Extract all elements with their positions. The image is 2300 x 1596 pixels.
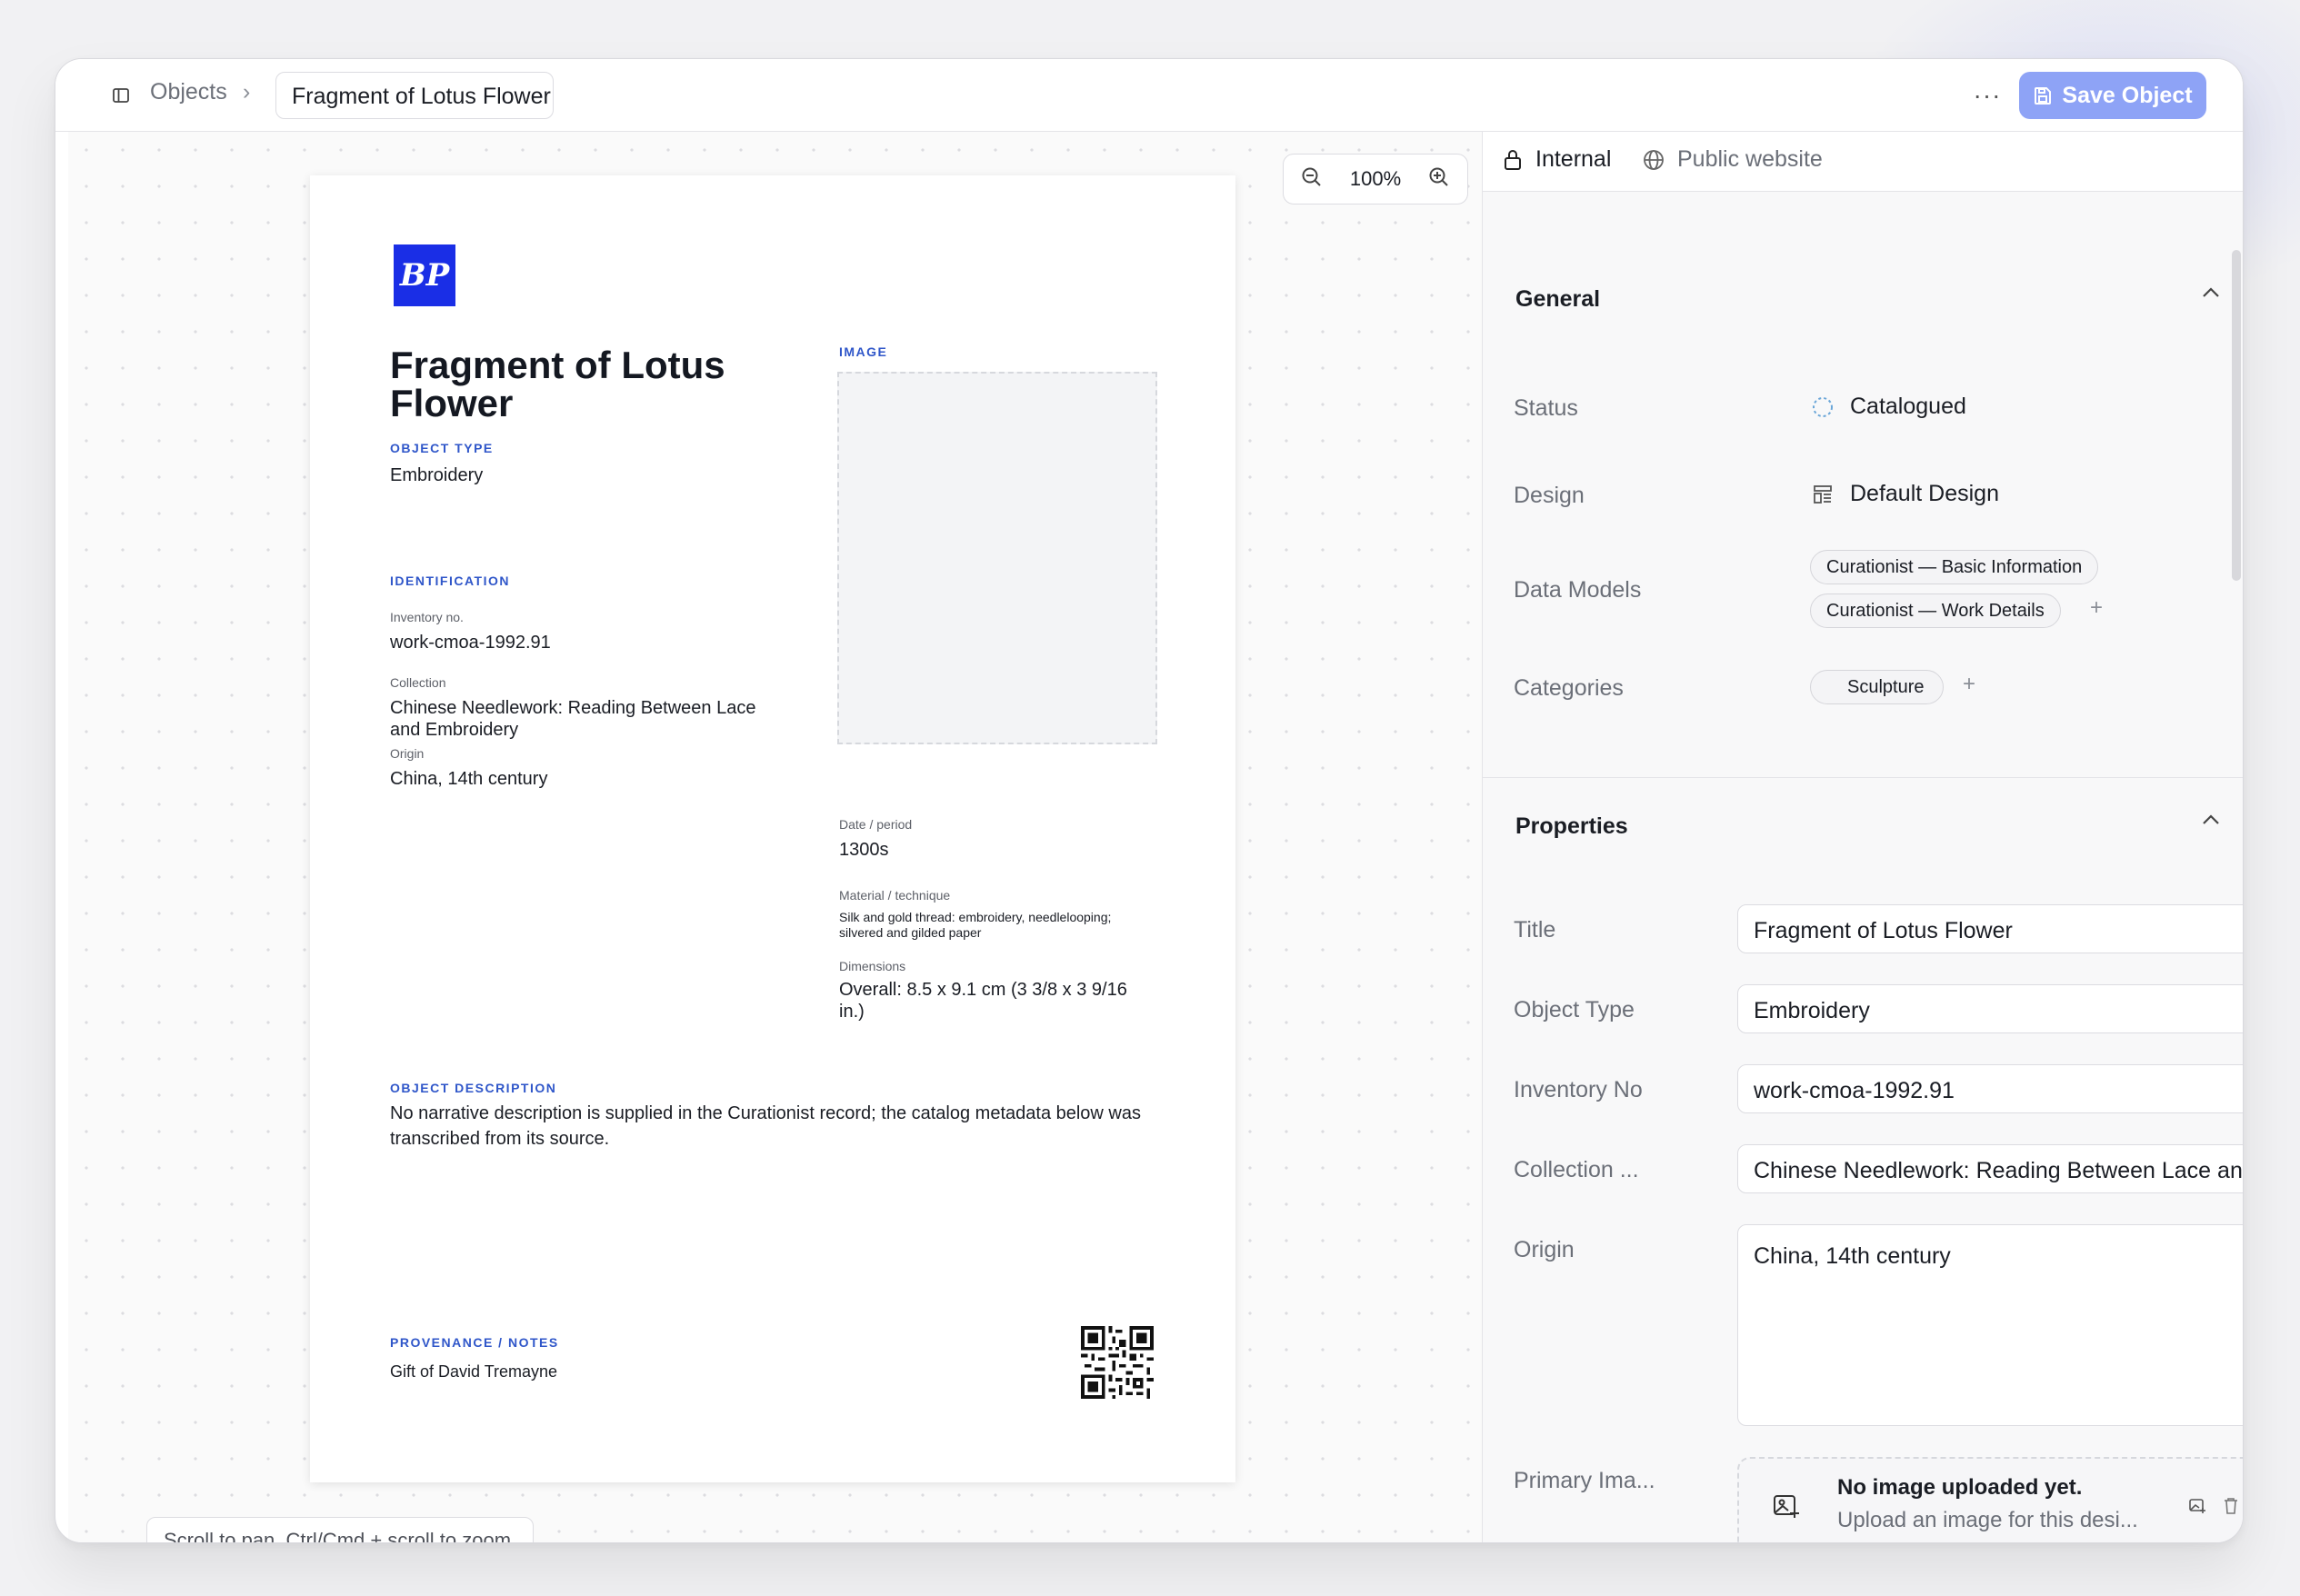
status-label: Status [1514,395,1578,421]
date-label: Date / period [839,817,913,832]
origin-textarea[interactable]: China, 14th century [1737,1224,2243,1426]
section-divider [1483,777,2243,778]
data-model-pill[interactable]: Curationist — Work Details [1810,594,2061,628]
collection-prop-label: Collection ... [1514,1157,1639,1182]
properties-panel: Internal Public website General Status C… [1483,132,2243,1542]
description-label: OBJECT DESCRIPTION [390,1081,557,1095]
identification-label: IDENTIFICATION [390,574,510,588]
date-value: 1300s [839,840,889,860]
general-heading: General [1515,286,1601,312]
status-text: Catalogued [1850,394,1966,419]
category-pill[interactable]: Sculpture [1810,670,1944,704]
image-placeholder [837,372,1157,744]
design-canvas[interactable]: 100% BP Fragment of Lotus Flower OBJECT … [68,132,1483,1542]
design-label: Design [1514,483,1585,508]
categories-label: Categories [1514,675,1624,701]
dimensions-label: Dimensions [839,959,906,973]
properties-heading: Properties [1515,813,1628,839]
add-data-model-icon[interactable]: + [2090,595,2103,621]
tab-internal[interactable]: Internal [1503,146,1611,173]
more-options-button[interactable]: ··· [1968,77,2006,114]
lock-icon [1505,149,1521,170]
document-title: Fragment of Lotus Flower [390,344,725,424]
design-value[interactable]: Default Design [1812,481,1999,507]
brand-logo: BP [394,244,455,306]
object-type-value: Embroidery [390,465,484,485]
primary-image-label: Primary Ima... [1514,1468,1655,1493]
collapse-general-icon[interactable] [2201,281,2221,304]
inventory-prop-label: Inventory No [1514,1077,1643,1102]
image-add-icon [1774,1495,1799,1518]
zoom-out-icon[interactable] [1300,165,1324,194]
sidebar-toggle-icon[interactable] [108,83,134,108]
layout-template-icon [1814,484,1832,504]
tab-internal-label: Internal [1535,146,1612,172]
save-icon [2035,87,2052,105]
inventory-label: Inventory no. [390,610,464,624]
origin-label: Origin [390,746,425,761]
material-value: Silk and gold thread: embroidery, needle… [839,910,1112,940]
collection-label: Collection [390,675,446,690]
design-text: Default Design [1850,481,1999,506]
origin-value: China, 14th century [390,769,548,789]
tab-public-label: Public website [1677,146,1823,172]
material-label: Material / technique [839,888,951,903]
save-object-button[interactable]: Save Object [2019,72,2206,119]
data-model-pill[interactable]: Curationist — Basic Information [1810,550,2099,584]
add-category-icon[interactable]: + [1963,672,1975,697]
document-page[interactable]: BP Fragment of Lotus Flower OBJECT TYPE … [310,175,1235,1482]
status-dashed-circle-icon [1813,396,1833,417]
breadcrumb-current[interactable]: Fragment of Lotus Flower [275,72,554,119]
provenance-value: Gift of David Tremayne [390,1362,558,1381]
description-value: No narrative description is supplied in … [390,1103,1141,1149]
tab-public-website[interactable]: Public website [1643,146,1823,173]
zoom-control: 100% [1283,154,1468,204]
dimensions-value: Overall: 8.5 x 9.1 cm (3 3/8 x 3 9/16 in… [839,980,1127,1022]
replace-image-icon[interactable] [2188,1497,2206,1515]
zoom-level: 100% [1349,167,1402,190]
object-type-label: OBJECT TYPE [390,441,494,455]
image-upload-dropzone[interactable]: No image uploaded yet. Upload an image f… [1737,1457,2243,1542]
trash-icon[interactable] [2223,1497,2239,1515]
object-type-field[interactable]: Embroidery [1737,984,2243,1033]
breadcrumb-objects[interactable]: Objects [150,79,227,105]
zoom-in-icon[interactable] [1427,165,1451,194]
chevron-right-icon: › [243,79,251,105]
object-type-prop-label: Object Type [1514,997,1635,1022]
panel-tabs: Internal Public website [1483,132,2243,192]
inventory-value: work-cmoa-1992.91 [390,633,551,653]
inventory-field[interactable]: work-cmoa-1992.91 [1737,1064,2243,1113]
save-button-label: Save Object [2062,82,2193,108]
image-label: IMAGE [839,344,888,359]
upload-title: No image uploaded yet. [1837,1475,2083,1500]
collection-field[interactable]: Chinese Needlework: Reading Between Lace… [1737,1144,2243,1193]
collapse-properties-icon[interactable] [2201,808,2221,832]
qr-code-icon [1081,1326,1154,1399]
panel-scrollbar[interactable] [2232,250,2241,581]
canvas-hint: Scroll to pan. Ctrl/Cmd + scroll to zoom… [146,1517,535,1542]
title-field[interactable]: Fragment of Lotus Flower [1737,904,2243,953]
title-label: Title [1514,917,1556,943]
collection-value: Chinese Needlework: Reading Between Lace… [390,698,756,740]
data-models-label: Data Models [1514,577,1642,603]
top-bar: Objects › Fragment of Lotus Flower ··· S… [55,59,2243,132]
status-value[interactable]: Catalogued [1812,394,1966,420]
app-window: Objects › Fragment of Lotus Flower ··· S… [55,58,2244,1543]
globe-icon [1644,149,1664,170]
upload-subtitle: Upload an image for this desi... [1837,1508,2138,1532]
origin-prop-label: Origin [1514,1237,1575,1262]
provenance-label: PROVENANCE / NOTES [390,1335,559,1350]
